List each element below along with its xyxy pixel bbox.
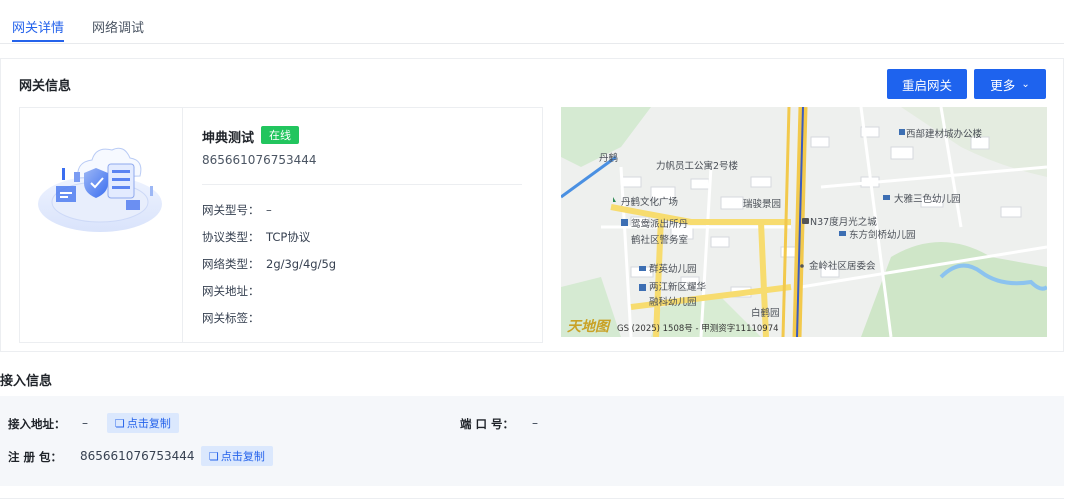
map-label: 金岭社区居委会 — [809, 260, 876, 272]
map-watermark: 天地图 — [567, 318, 611, 335]
access-address-value: – — [82, 416, 88, 430]
port-label: 端 口 号： — [460, 417, 515, 431]
gateway-info-title: 网关信息 — [19, 79, 72, 94]
tab-gateway-details[interactable]: 网关详情 — [12, 17, 64, 36]
bottom-divider — [0, 498, 1064, 499]
field-label: 协议类型： — [202, 230, 260, 244]
building-marker — [802, 218, 809, 224]
gateway-id: 865661076753444 — [202, 153, 317, 167]
gateway-info-card: 网关信息 重启网关 更多 ⌄ 坤典测试 在线 865661076753444 网… — [0, 58, 1064, 352]
chevron-down-icon: ⌄ — [1021, 78, 1030, 90]
map-label: 东方剑桥幼儿园 — [849, 229, 916, 241]
location-map[interactable]: 丹鹤 力帆员工公寓2号楼 西部建材城办公楼 丹鹤文化广场 瑞骏景园 大雅三色幼儿… — [561, 107, 1047, 337]
gateway-name: 坤典测试 — [202, 131, 255, 146]
map-label: 大雅三色幼儿园 — [894, 193, 961, 205]
copy-label: 点击复制 — [220, 450, 265, 463]
map-label: 鹤社区警务室 — [631, 234, 688, 246]
map-label: 两江新区耀华 — [649, 281, 707, 293]
access-address-label: 接入地址： — [8, 417, 66, 431]
poi-marker — [899, 129, 905, 135]
poi-marker — [839, 231, 846, 236]
map-label: N37度月光之城 — [810, 216, 877, 228]
field-gateway-model: 网关型号： – — [202, 202, 272, 218]
field-network-type: 网络类型： 2g/3g/4g/5g — [202, 256, 336, 272]
field-label: 网络类型： — [202, 257, 260, 271]
map-label: 群英幼儿园 — [649, 263, 697, 275]
poi-marker — [639, 284, 646, 291]
field-gateway-address: 网关地址： — [202, 283, 266, 299]
copy-icon: ❏ — [115, 416, 125, 430]
status-badge: 在线 — [261, 126, 299, 144]
field-gateway-tag: 网关标签： — [202, 310, 266, 326]
map-label: 力帆员工公寓2号楼 — [656, 160, 739, 172]
gateway-detail-panel: 坤典测试 在线 865661076753444 网关型号： – 协议类型： TCP协… — [19, 107, 543, 343]
tab-network-debug[interactable]: 网络调试 — [92, 17, 144, 36]
port-value: – — [532, 416, 538, 430]
info-divider — [202, 184, 522, 185]
map-canvas: 丹鹤 力帆员工公寓2号楼 西部建材城办公楼 丹鹤文化广场 瑞骏景园 大雅三色幼儿… — [561, 107, 1047, 337]
tab-bar: 网关详情 网络调试 — [0, 0, 1064, 44]
gateway-cloud-illustration — [38, 147, 162, 232]
restart-gateway-button[interactable]: 重启网关 — [887, 69, 967, 99]
field-label: 网关标签： — [202, 311, 260, 325]
map-label: 丹鹤文化广场 — [621, 196, 678, 208]
map-label: 鸳鸯派出所丹 — [631, 218, 688, 230]
active-tab-indicator — [12, 40, 64, 42]
map-label: 白鹤园 — [751, 307, 780, 319]
copy-label: 点击复制 — [126, 417, 171, 430]
field-value: TCP协议 — [266, 230, 311, 244]
more-button[interactable]: 更多 ⌄ — [974, 69, 1046, 99]
copy-register-button[interactable]: ❏ 点击复制 — [201, 446, 273, 466]
restart-gateway-label: 重启网关 — [901, 77, 952, 93]
map-label: 西部建材城办公楼 — [906, 128, 983, 140]
map-copyright: GS (2025) 1508号 - 甲测资字11110974 — [617, 323, 779, 334]
register-package-value: 865661076753444 — [80, 449, 195, 463]
field-value: 2g/3g/4g/5g — [266, 257, 337, 271]
field-label: 网关型号： — [202, 203, 260, 217]
map-label: 瑞骏景园 — [743, 198, 781, 210]
copy-address-button[interactable]: ❏ 点击复制 — [107, 413, 179, 433]
map-label: 丹鹤 — [599, 152, 618, 164]
register-package-label: 注 册 包： — [8, 450, 63, 464]
poi-marker — [639, 266, 646, 271]
field-label: 网关地址： — [202, 284, 260, 298]
field-protocol-type: 协议类型： TCP协议 — [202, 229, 310, 245]
community-marker — [800, 264, 804, 268]
copy-icon: ❏ — [209, 449, 219, 463]
field-value: – — [266, 203, 272, 217]
panel-divider — [182, 108, 183, 342]
map-label: 融科幼儿园 — [649, 296, 697, 308]
poi-marker — [883, 195, 890, 200]
access-info-panel: 接入地址： – ❏ 点击复制 端 口 号： – 注 册 包： 8656610767… — [0, 396, 1064, 486]
access-info-title: 接入信息 — [0, 374, 53, 389]
more-label: 更多 — [990, 77, 1016, 93]
poi-marker — [621, 219, 628, 226]
